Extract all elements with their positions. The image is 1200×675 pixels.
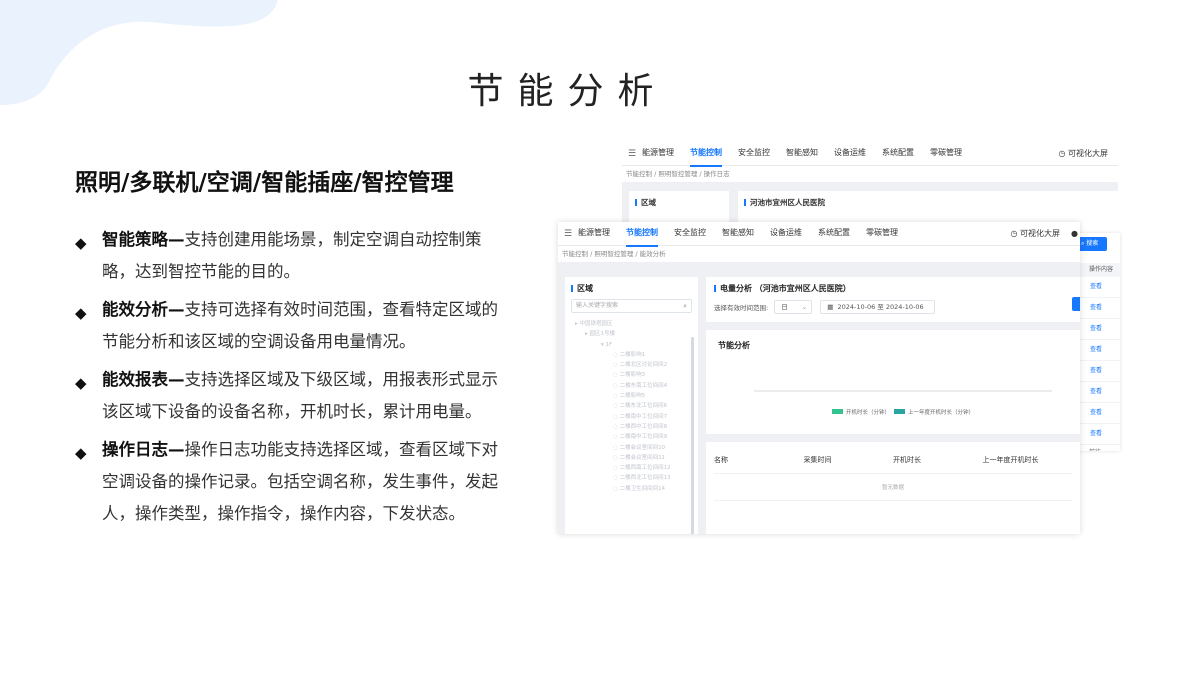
slide-subtitle: 照明/多联机/空调/智能插座/智控管理 bbox=[75, 170, 454, 196]
diamond-bullet-icon: ◆ bbox=[75, 304, 87, 322]
energy-chart: 节能分析开机时长（分钟） 上一年度开机时长（分钟） bbox=[718, 340, 1052, 416]
feature-heading: 能效报表— bbox=[102, 370, 185, 389]
tree-node[interactable]: ▸ 园区1号楼 bbox=[571, 329, 692, 339]
nav-item[interactable]: 能源管理 bbox=[578, 222, 610, 247]
tree-node[interactable]: ◌ 二楼影响5 bbox=[571, 391, 692, 401]
bigscreen-link[interactable]: ◷ 可视化大屏 bbox=[1058, 142, 1108, 166]
tree-node[interactable]: ◌ 二楼西中工位间间8 bbox=[571, 422, 692, 432]
time-range-label: 选择有效时间范围: bbox=[714, 304, 769, 312]
energy-analysis-screenshot: ☰ 能源管理 节能控制 安全监控 智能感知 设备运维 系统配置 零碳管理 ◷ 可视化大屏 ●… bbox=[558, 222, 1080, 534]
period-select[interactable]: 日 ⌄ bbox=[774, 300, 813, 314]
tree-scrollbar[interactable] bbox=[691, 337, 694, 534]
feature-heading: 能效分析— bbox=[102, 300, 185, 319]
region-name: （河池市宜州区人民医院） bbox=[754, 284, 851, 293]
pagination[interactable]: › 前往 bbox=[1073, 445, 1120, 451]
breadcrumb: 节能控制 / 照明智控管理 / 操作日志 bbox=[622, 166, 1118, 182]
tree-node[interactable]: ◌ 二楼南中工位间间9 bbox=[571, 432, 692, 442]
legend-label: 上一年度开机时长（分钟） bbox=[908, 408, 974, 416]
diamond-bullet-icon: ◆ bbox=[75, 234, 87, 252]
nav-item[interactable]: 设备运维 bbox=[834, 142, 866, 167]
table-header: 上一年度开机时长 bbox=[982, 456, 1039, 464]
tree-node[interactable]: ◌ 二楼南中工位间间7 bbox=[571, 412, 692, 422]
nav-item[interactable]: 安全监控 bbox=[738, 142, 770, 167]
operation-log-side-panel: ⌕ 搜索 操作内容 查看查看查看查看查看查看查看查看 › 前往 bbox=[1073, 233, 1120, 451]
area-tree: ▸ 中国铁塔园区 ▸ 园区1号楼 ▾ 1F ◌ 二楼影响1 ◌ 二楼北区讨论间间2 ◌ 二… bbox=[571, 319, 692, 494]
legend-label: 开机时长（分钟） bbox=[846, 408, 890, 416]
feature-heading: 操作日志— bbox=[102, 440, 185, 459]
tree-node[interactable]: ◌ 二楼西北工位间间13 bbox=[571, 473, 692, 483]
nav-item[interactable]: 系统配置 bbox=[882, 142, 914, 167]
energy-table: 名称 采集时间 开机时长 上一年度开机时长 暂无数据 bbox=[706, 442, 1080, 534]
nav-item[interactable]: 零碳管理 bbox=[866, 222, 898, 247]
table-empty: 暂无数据 bbox=[881, 485, 904, 491]
nav-item[interactable]: 系统配置 bbox=[818, 222, 850, 247]
menu-icon[interactable]: ☰ bbox=[558, 229, 578, 239]
area-card: 区域 bbox=[629, 191, 729, 222]
top-nav: ☰ 能源管理 节能控制 安全监控 智能感知 设备运维 系统配置 零碳管理 ◷ 可视化大屏 bbox=[622, 142, 1118, 167]
tree-node[interactable]: ▾ 1F bbox=[571, 340, 692, 350]
diamond-bullet-icon: ◆ bbox=[75, 444, 87, 462]
tree-node[interactable]: ◌ 二楼会议室间间10 bbox=[571, 443, 692, 453]
query-button[interactable] bbox=[1072, 297, 1080, 311]
slide-title: 节能分析 bbox=[467, 71, 668, 112]
tree-node[interactable]: ◌ 二楼北区讨论间间2 bbox=[571, 360, 692, 370]
view-link[interactable]: 查看 bbox=[1073, 424, 1120, 445]
view-link[interactable]: 查看 bbox=[1073, 298, 1120, 319]
view-link[interactable]: 查看 bbox=[1073, 277, 1120, 298]
feature-item: ◆ 能效分析—支持可选择有效时间范围，查看特定区域的节能分析和该区域的空调设备用电… bbox=[75, 294, 505, 358]
tree-node[interactable]: ◌ 二楼东北工位间间6 bbox=[571, 401, 692, 411]
date-range-picker[interactable]: ▦ 2024-10-06 至 2024-10-06 bbox=[820, 300, 935, 314]
table-header: 采集时间 bbox=[803, 456, 832, 464]
table-header: 开机时长 bbox=[893, 456, 921, 464]
column-header-operation: 操作内容 bbox=[1073, 263, 1120, 277]
tree-node[interactable]: ◌ 二楼西南工位间间12 bbox=[571, 463, 692, 473]
tree-node[interactable]: ◌ 二楼影响3 bbox=[571, 370, 692, 380]
feature-list: ◆ 智能策略—支持创建用能场景，制定空调自动控制策略，达到智控节能的目的。 ◆ 能效分… bbox=[75, 224, 505, 536]
user-icon[interactable]: ● bbox=[1071, 222, 1078, 246]
region-card: 河池市宜州区人民医院 bbox=[738, 191, 1118, 222]
feature-heading: 智能策略— bbox=[102, 230, 185, 249]
table-header: 名称 bbox=[714, 456, 728, 464]
tree-node[interactable]: ▸ 中国铁塔园区 bbox=[571, 319, 692, 329]
nav-item[interactable]: 安全监控 bbox=[674, 222, 706, 247]
breadcrumb: 节能控制 / 照明智控管理 / 能效分析 bbox=[558, 246, 1080, 262]
chevron-down-icon: ⌄ bbox=[801, 303, 808, 311]
feature-item: ◆ 操作日志—操作日志功能支持选择区域，查看区域下对空调设备的操作记录。包括空调名… bbox=[75, 434, 505, 530]
area-title: 区域 bbox=[571, 283, 692, 294]
nav-item[interactable]: 设备运维 bbox=[770, 222, 802, 247]
area-search-input[interactable]: 输入关键字搜索 ⌕ bbox=[571, 299, 692, 313]
legend-swatch bbox=[894, 409, 905, 414]
tree-node[interactable]: ◌ 二楼会议室间间11 bbox=[571, 453, 692, 463]
view-link[interactable]: 查看 bbox=[1073, 340, 1120, 361]
search-icon[interactable]: ⌕ bbox=[683, 300, 687, 312]
tree-node[interactable]: ◌ 二楼影响1 bbox=[571, 350, 692, 360]
view-link[interactable]: 查看 bbox=[1073, 319, 1120, 340]
feature-item: ◆ 智能策略—支持创建用能场景，制定空调自动控制策略，达到智控节能的目的。 bbox=[75, 224, 505, 288]
view-link[interactable]: 查看 bbox=[1073, 403, 1120, 424]
nav-item[interactable]: 节能控制 bbox=[690, 142, 722, 167]
view-link[interactable]: 查看 bbox=[1073, 361, 1120, 382]
tree-node[interactable]: ◌ 二楼东南工位间间4 bbox=[571, 381, 692, 391]
feature-item: ◆ 能效报表—支持选择区域及下级区域，用报表形式显示该区域下设备的设备名称，开机时… bbox=[75, 364, 505, 428]
bigscreen-link[interactable]: ◷ 可视化大屏 bbox=[1010, 222, 1060, 246]
search-button[interactable]: ⌕ 搜索 bbox=[1077, 237, 1107, 251]
view-link[interactable]: 查看 bbox=[1073, 382, 1120, 403]
top-nav: ☰ 能源管理 节能控制 安全监控 智能感知 设备运维 系统配置 零碳管理 ◷ 可视化大屏 ● bbox=[558, 222, 1080, 247]
chart-title: 节能分析 bbox=[718, 340, 750, 350]
area-tree-panel: 区域 输入关键字搜索 ⌕ ▸ 中国铁塔园区 ▸ 园区1号楼 ▾ 1F ◌ 二楼影响1 ◌… bbox=[565, 277, 698, 534]
nav-item[interactable]: 智能感知 bbox=[722, 222, 754, 247]
nav-item[interactable]: 智能感知 bbox=[786, 142, 818, 167]
diamond-bullet-icon: ◆ bbox=[75, 374, 87, 392]
operation-log-screenshot: ☰ 能源管理 节能控制 安全监控 智能感知 设备运维 系统配置 零碳管理 ◷ 可视化大屏 节… bbox=[622, 142, 1118, 222]
nav-item[interactable]: 能源管理 bbox=[642, 142, 674, 167]
nav-item[interactable]: 节能控制 bbox=[626, 222, 658, 247]
legend-swatch bbox=[832, 409, 843, 414]
analysis-filter-panel: 电量分析 （河池市宜州区人民医院） 选择有效时间范围: 日 ⌄ ▦ 2024-10… bbox=[706, 277, 1080, 322]
tree-node[interactable]: ◌ 二楼卫生间间间14 bbox=[571, 484, 692, 494]
nav-item[interactable]: 零碳管理 bbox=[930, 142, 962, 167]
energy-chart-panel: 节能分析开机时长（分钟） 上一年度开机时长（分钟） bbox=[706, 330, 1080, 434]
analysis-title: 电量分析 bbox=[720, 284, 752, 293]
menu-icon[interactable]: ☰ bbox=[622, 149, 642, 159]
